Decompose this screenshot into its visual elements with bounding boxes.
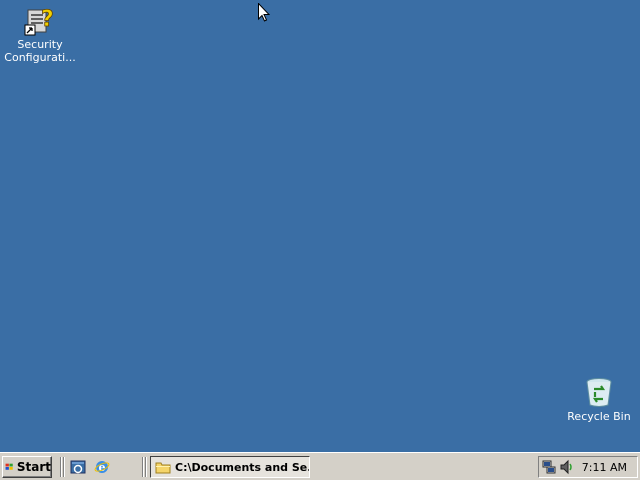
- task-label: C:\Documents and Se...: [175, 460, 310, 474]
- taskbar-separator: [142, 457, 144, 477]
- taskbar-separator: [63, 457, 65, 477]
- folder-icon: [155, 462, 171, 474]
- svg-text:?: ?: [41, 7, 54, 32]
- start-button[interactable]: Start: [2, 456, 52, 478]
- desktop-icon-recycle-bin[interactable]: Recycle Bin: [561, 376, 637, 423]
- desktop-icon-label: Recycle Bin: [567, 410, 631, 423]
- taskbar-separator: [145, 457, 147, 477]
- desktop[interactable]: ? Security Configurati... Recycle Bin: [0, 0, 640, 452]
- security-config-icon: ?: [24, 4, 56, 36]
- network-icon[interactable]: [541, 459, 557, 475]
- start-label: Start: [16, 460, 51, 474]
- volume-icon[interactable]: [559, 459, 575, 475]
- desktop-icon-security-configuration[interactable]: ? Security Configurati...: [2, 4, 78, 64]
- mouse-cursor-icon: [258, 3, 270, 22]
- taskbar-button-explorer-window[interactable]: C:\Documents and Se...: [150, 456, 310, 478]
- system-tray: 7:11 AM: [538, 456, 638, 478]
- clock[interactable]: 7:11 AM: [582, 461, 627, 474]
- taskbar: Start e C:\Documents and Se... 7:11 AM: [0, 452, 640, 480]
- recycle-bin-icon: [583, 376, 615, 408]
- windows-logo-icon: [5, 463, 13, 470]
- show-desktop-icon[interactable]: [70, 459, 86, 475]
- taskbar-separator: [60, 457, 62, 477]
- desktop-icon-label: Security Configurati...: [4, 38, 76, 64]
- internet-explorer-icon[interactable]: e: [94, 459, 110, 475]
